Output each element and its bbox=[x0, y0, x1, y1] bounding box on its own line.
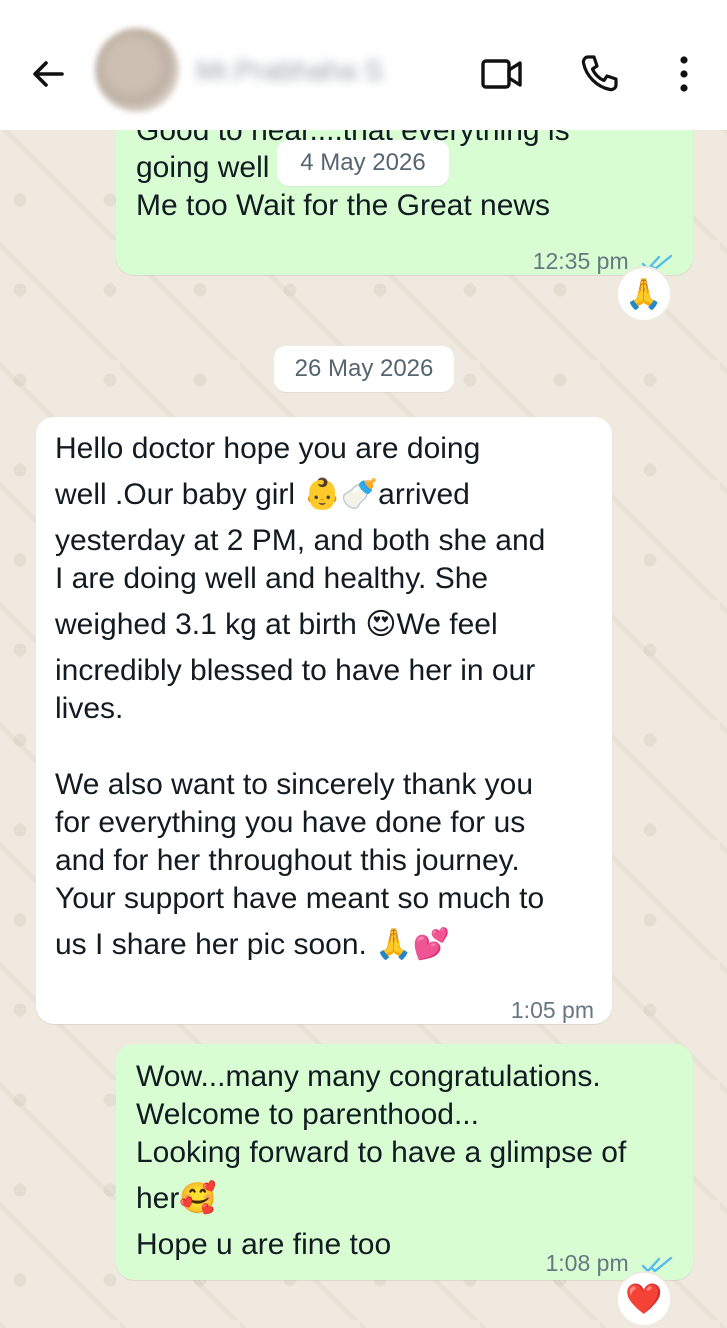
pray-hearts-emoji: 🙏💕 bbox=[375, 927, 450, 962]
message-line: Hello doctor hope you are doing bbox=[55, 432, 481, 465]
message-line: Looking forward to have a glimpse of bbox=[136, 1136, 627, 1169]
message-line: us I share her pic soon. 🙏💕 bbox=[55, 927, 450, 962]
arrow-left-icon bbox=[33, 61, 64, 87]
heart-eyes-emoji: 😍 bbox=[365, 607, 397, 642]
message-line: her🥰 bbox=[136, 1181, 217, 1216]
message-line: for everything you have done for us bbox=[55, 806, 526, 839]
message-line: We also want to sincerely thank you bbox=[55, 768, 534, 801]
message-reaction[interactable]: 🙏 bbox=[616, 266, 672, 322]
message-line: Wow...many many congratulations. bbox=[136, 1060, 601, 1093]
outgoing-message-bubble[interactable]: Wow...many many congratulations. Welcome… bbox=[116, 1044, 693, 1280]
back-button[interactable] bbox=[26, 52, 70, 96]
message-line: I are doing well and healthy. She bbox=[55, 562, 489, 595]
message-line: lives. bbox=[55, 692, 124, 725]
contact-avatar[interactable] bbox=[95, 28, 179, 112]
more-vertical-icon bbox=[680, 56, 688, 92]
message-time: 1:05 pm bbox=[510, 997, 594, 1023]
message-line: Your support have meant so much to bbox=[55, 882, 545, 915]
date-divider: 4 May 2026 bbox=[277, 140, 449, 186]
voice-call-button[interactable] bbox=[573, 48, 625, 100]
message-reaction[interactable]: ❤️ bbox=[616, 1271, 672, 1327]
chat-header: Mr.Prabhaha S bbox=[0, 0, 727, 130]
message-line: and for her throughout this journey. bbox=[55, 844, 520, 877]
message-line: yesterday at 2 PM, and both she and bbox=[55, 524, 546, 557]
message-line: incredibly blessed to have her in our bbox=[55, 654, 536, 687]
baby-bottle-emoji: 👶🍼 bbox=[303, 477, 379, 512]
message-line: weighed 3.1 kg at birth 😍We feel bbox=[55, 607, 498, 642]
message-line: Welcome to parenthood... bbox=[136, 1098, 479, 1131]
incoming-message-bubble[interactable]: Hello doctor hope you are doing well .Ou… bbox=[36, 417, 612, 1024]
smiling-hearts-emoji: 🥰 bbox=[179, 1181, 217, 1216]
message-line: well .Our baby girl 👶🍼arrived bbox=[55, 477, 470, 512]
contact-name[interactable]: Mr.Prabhaha S bbox=[196, 55, 444, 89]
date-divider: 26 May 2026 bbox=[274, 346, 454, 392]
video-call-button[interactable] bbox=[476, 48, 528, 100]
video-call-icon bbox=[481, 59, 522, 89]
phone-icon bbox=[581, 55, 618, 92]
more-options-button[interactable] bbox=[658, 48, 710, 100]
